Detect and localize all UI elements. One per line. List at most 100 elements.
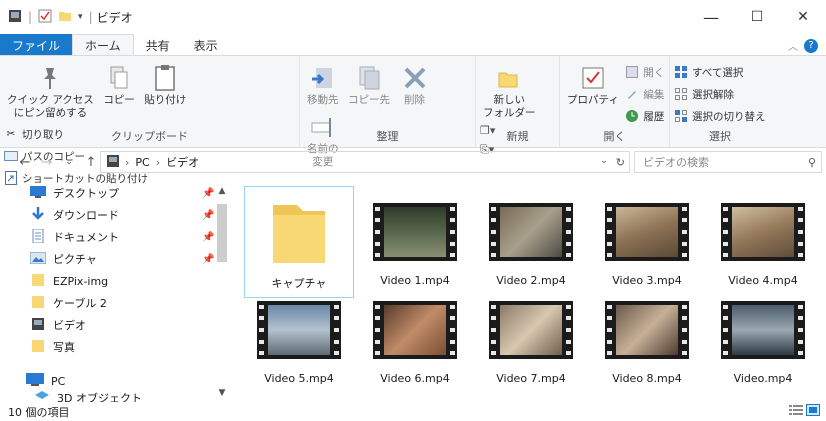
breadcrumb-pc[interactable]: PC	[135, 156, 149, 169]
video-folder-icon	[30, 317, 46, 334]
pin-icon[interactable]: 📌	[202, 210, 214, 221]
nav-item-ezpix-img[interactable]: EZPix-img	[30, 270, 108, 292]
recent-locations-chevron-icon[interactable]: ⌄	[58, 157, 80, 167]
nav-item-documents[interactable]: ドキュメント 📌	[30, 226, 214, 248]
copy-button[interactable]: コピー	[100, 60, 138, 109]
select-all-label: すべて選択	[692, 66, 744, 79]
large-icons-view-icon[interactable]	[806, 404, 820, 419]
search-icon: ⚲	[807, 155, 816, 169]
ribbon-expand-icon[interactable]: ︿	[788, 38, 798, 53]
open-group: プロパティ 開く 編集 履歴 開く	[560, 56, 670, 147]
pin-quick-access-button[interactable]: クイック アクセス にピン留めする	[4, 60, 97, 122]
video-thumbnail	[373, 203, 457, 261]
clipboard-group-label: クリップボード	[111, 130, 188, 143]
close-button[interactable]: ✕	[780, 0, 826, 34]
nav-item-desktop[interactable]: デスクトップ 📌	[30, 182, 214, 204]
refresh-icon[interactable]: ↻	[616, 156, 625, 169]
nav-label: ダウンロード	[53, 209, 119, 222]
new-folder-button[interactable]: 新しい フォルダー	[480, 60, 539, 122]
ribbon: クイック アクセス にピン留めする コピー 貼り付け ✂ 切り取り パスのコピー	[0, 55, 826, 185]
video-thumbnail	[721, 301, 805, 359]
back-arrow-icon[interactable]: ←	[14, 155, 36, 170]
nav-label: 写真	[53, 341, 75, 354]
open-button[interactable]: 開く	[625, 62, 664, 82]
paste-button[interactable]: 貼り付け	[141, 60, 189, 109]
title-bar: | ▾ | ビデオ — ☐ ✕	[0, 0, 826, 34]
tab-home[interactable]: ホーム	[72, 34, 134, 56]
help-icon[interactable]: ?	[804, 38, 818, 53]
tab-view[interactable]: 表示	[182, 34, 230, 56]
invert-selection-button[interactable]: 選択の切り替え	[674, 106, 766, 126]
breadcrumb-video[interactable]: ビデオ	[166, 154, 199, 170]
move-to-button[interactable]: 移動先	[304, 60, 342, 109]
nav-item-photos[interactable]: 写真	[30, 336, 75, 358]
tab-share[interactable]: 共有	[134, 34, 182, 56]
minimize-button[interactable]: —	[688, 0, 734, 34]
select-all-icon	[674, 65, 688, 79]
chevron-down-icon[interactable]: ▾	[78, 12, 83, 22]
video-tile[interactable]: Video 5.mp4	[244, 292, 354, 404]
properties-button[interactable]: プロパティ	[564, 60, 622, 109]
new-folder-label: 新しい フォルダー	[483, 94, 536, 119]
nav-item-3d-objects[interactable]: 3D オブジェクト	[34, 390, 142, 402]
video-thumbnail	[489, 203, 573, 261]
breadcrumb-separator: ›	[125, 155, 130, 169]
item-name: キャプチャ	[271, 277, 327, 290]
scrollbar-thumb[interactable]	[217, 204, 227, 262]
video-tile[interactable]: Video 2.mp4	[476, 186, 586, 298]
scroll-up-icon[interactable]: ▲	[214, 186, 230, 200]
3d-objects-icon	[34, 390, 50, 402]
delete-x-icon	[400, 62, 430, 94]
copy-to-button[interactable]: コピー先	[345, 60, 393, 109]
up-arrow-icon[interactable]: ↑	[80, 155, 102, 170]
new-folder-quick-icon[interactable]	[58, 9, 72, 26]
invert-selection-icon	[674, 109, 688, 123]
video-tile[interactable]: Video 8.mp4	[592, 292, 702, 404]
search-box[interactable]: ビデオの検索 ⚲	[634, 151, 822, 173]
edit-button[interactable]: 編集	[625, 84, 664, 104]
delete-button[interactable]: 削除	[397, 60, 433, 109]
folder-icon	[30, 273, 46, 290]
nav-item-cable-2[interactable]: ケーブル 2	[30, 292, 107, 314]
properties-quick-icon[interactable]	[38, 9, 52, 26]
quick-access-toolbar: | ▾ |	[0, 9, 93, 26]
pin-icon[interactable]: 📌	[202, 188, 214, 199]
scroll-down-icon[interactable]: ▼	[214, 388, 230, 402]
video-tile[interactable]: Video 1.mp4	[360, 186, 470, 298]
video-tile[interactable]: Video.mp4	[708, 292, 818, 404]
app-icon[interactable]	[8, 9, 22, 26]
video-tile[interactable]: Video 7.mp4	[476, 292, 586, 404]
video-tile[interactable]: Video 6.mp4	[360, 292, 470, 404]
address-bar[interactable]: › PC › ビデオ ⌄ ↻	[100, 151, 630, 173]
nav-label: ドキュメント	[53, 231, 119, 244]
new-group-label: 新規	[506, 130, 529, 143]
tab-file[interactable]: ファイル	[0, 34, 73, 56]
select-all-button[interactable]: すべて選択	[674, 62, 766, 82]
desktop-icon	[30, 185, 46, 201]
video-thumbnail	[373, 301, 457, 359]
nav-pane-scrollbar[interactable]: ▲ ▼	[214, 180, 230, 402]
folder-icon	[249, 197, 349, 269]
history-button[interactable]: 履歴	[625, 106, 664, 126]
invert-selection-label: 選択の切り替え	[692, 110, 766, 123]
details-view-icon[interactable]	[789, 404, 803, 419]
separator: |	[88, 10, 93, 24]
video-tile[interactable]: Video 4.mp4	[708, 186, 818, 298]
pin-icon[interactable]: 📌	[202, 254, 214, 265]
nav-label: ピクチャ	[53, 253, 97, 266]
video-thumbnail	[257, 301, 341, 359]
pin-icon[interactable]: 📌	[202, 232, 214, 243]
nav-item-pc[interactable]: PC	[26, 370, 65, 392]
folder-tile-capture[interactable]: キャプチャ	[244, 186, 354, 298]
nav-label: 3D オブジェクト	[57, 392, 142, 402]
forward-arrow-icon[interactable]: →	[36, 155, 58, 170]
nav-item-video[interactable]: ビデオ	[30, 314, 86, 336]
nav-item-pictures[interactable]: ピクチャ 📌	[29, 248, 214, 270]
video-tile[interactable]: Video 3.mp4	[592, 186, 702, 298]
select-none-button[interactable]: 選択解除	[674, 84, 766, 104]
folder-icon	[30, 339, 46, 356]
address-dropdown-icon[interactable]: ⌄	[600, 156, 608, 169]
maximize-button[interactable]: ☐	[734, 0, 780, 34]
item-name: Video 8.mp4	[612, 372, 682, 385]
nav-item-downloads[interactable]: ダウンロード 📌	[30, 204, 214, 226]
